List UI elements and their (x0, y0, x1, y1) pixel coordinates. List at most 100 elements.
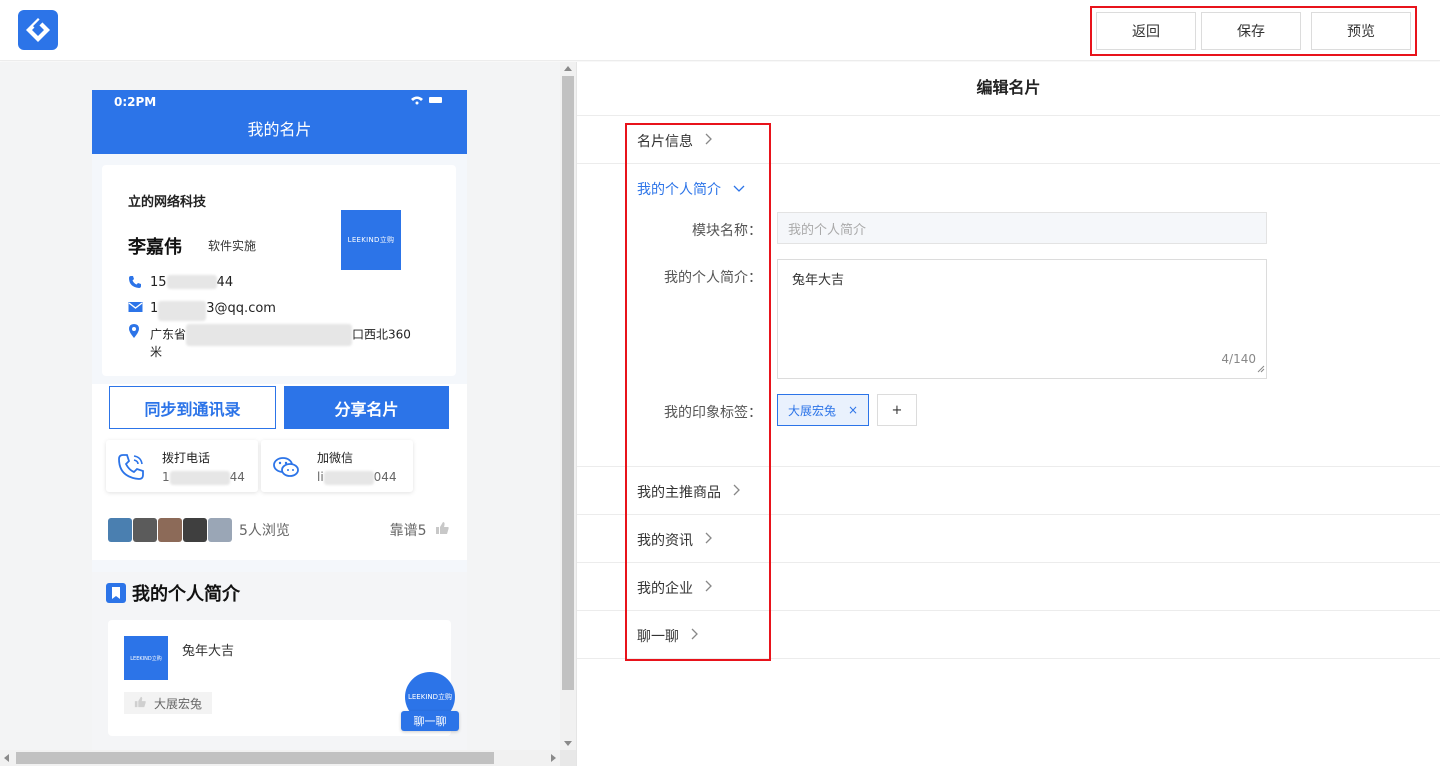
address-row: 广东省 口西北360 米 (128, 324, 411, 359)
company-logo: LEEKIND立购 (341, 210, 401, 270)
section-chat-text: 聊一聊 (637, 629, 679, 645)
wechat-action[interactable]: 加微信 li 044 (261, 440, 413, 492)
preview-button[interactable]: 预览 (1311, 12, 1411, 50)
likes[interactable]: 靠谱5 (390, 520, 449, 540)
section-news[interactable]: 我的资讯 (577, 515, 1440, 563)
intro-logo: LEEKIND立购 (124, 636, 168, 680)
top-bar: 返回 保存 预览 (0, 0, 1440, 61)
call-value-suffix: 44 (229, 470, 245, 484)
phone-suffix: 44 (216, 275, 234, 290)
module-name-label: 模块名称： (692, 223, 762, 239)
avatar (133, 518, 157, 542)
call-value-prefix: 1 (162, 470, 170, 484)
mail-icon (128, 301, 144, 315)
top-actions-group: 返回 保存 预览 (1090, 6, 1417, 56)
phone-prefix: 15 (150, 275, 167, 290)
resize-handle-icon[interactable] (1257, 362, 1265, 377)
status-time: 0:2PM (114, 95, 157, 109)
edit-title: 编辑名片 (577, 62, 1440, 116)
vertical-scrollbar[interactable] (560, 62, 576, 750)
wechat-value-redaction (323, 470, 374, 485)
edit-pane: 编辑名片 名片信息 我的个人简介 模块名称： 我的个人简介 我的个人简介： 兔年… (577, 62, 1440, 766)
intro-textarea[interactable]: 兔年大吉 4/140 (777, 259, 1267, 379)
intro-title-text: 我的个人简介 (132, 584, 240, 605)
intro-char-count: 4/140 (1221, 352, 1256, 366)
scroll-down-icon[interactable] (564, 741, 572, 746)
scroll-left-icon[interactable] (4, 754, 9, 762)
intro-label: 我的个人简介： (664, 270, 762, 286)
phone-header: 0:2PM 我的名片 (92, 90, 467, 154)
wifi-battery-icon (409, 95, 445, 108)
section-card-info-label[interactable]: 名片信息 (637, 131, 713, 151)
section-card-info-text: 名片信息 (637, 134, 693, 150)
scroll-right-icon[interactable] (551, 754, 556, 762)
section-products-label[interactable]: 我的主推商品 (637, 482, 741, 502)
wechat-title: 加微信 (317, 451, 354, 465)
call-value-redaction (169, 470, 230, 485)
card-button-row: 同步到通讯录 分享名片 (92, 384, 467, 440)
intro-heading: 我的个人简介 (106, 580, 240, 606)
intro-content: 兔年大吉 (182, 644, 235, 659)
thumbs-up-icon (435, 522, 449, 539)
address-suffix: 口西北360 (352, 327, 411, 342)
share-card-button[interactable]: 分享名片 (284, 386, 449, 429)
call-title: 拨打电话 (162, 451, 211, 465)
section-chat-label[interactable]: 聊一聊 (637, 626, 699, 646)
chevron-right-icon (705, 133, 713, 149)
section-intro-text: 我的个人简介 (637, 182, 721, 198)
address-line2: 米 (150, 345, 163, 359)
viewers-row: 5人浏览 (108, 518, 290, 542)
chevron-down-icon (733, 181, 745, 197)
horizontal-scrollbar[interactable] (0, 750, 560, 766)
close-icon[interactable]: × (848, 403, 858, 417)
app-logo-icon[interactable] (18, 10, 58, 50)
email-redaction (158, 301, 207, 321)
address-prefix: 广东省 (150, 327, 187, 342)
section-news-label[interactable]: 我的资讯 (637, 530, 713, 550)
contact-actions: 拨打电话 1 44 加微信 li 044 5人浏览 靠谱5 (92, 440, 467, 560)
location-pin-icon (128, 324, 144, 338)
section-enterprise-label[interactable]: 我的企业 (637, 578, 713, 598)
email-row: 1 3@qq.com (128, 301, 276, 321)
avatar (183, 518, 207, 542)
chat-float-button[interactable]: 聊一聊 (401, 711, 459, 731)
section-card-info[interactable]: 名片信息 (577, 116, 1440, 164)
add-tag-button[interactable]: + (877, 394, 917, 426)
section-products[interactable]: 我的主推商品 (577, 467, 1440, 515)
scrollbar-corner (560, 750, 576, 766)
phone-icon (128, 275, 144, 289)
company-name: 立的网络科技 (128, 195, 207, 210)
person-name: 李嘉伟 (128, 237, 182, 258)
phone-redaction (166, 275, 217, 289)
business-card: 立的网络科技 李嘉伟 软件实施 LEEKIND立购 15 44 1 3@qq.c… (102, 165, 456, 376)
call-value: 1 44 (162, 470, 245, 485)
sync-contacts-button[interactable]: 同步到通讯录 (109, 386, 276, 429)
section-chat[interactable]: 聊一聊 (577, 611, 1440, 659)
chevron-right-icon (691, 628, 699, 644)
wechat-value: li 044 (317, 470, 397, 485)
scrollbar-thumb[interactable] (16, 752, 494, 764)
phone-row: 15 44 (128, 275, 233, 290)
call-action[interactable]: 拨打电话 1 44 (106, 440, 258, 492)
back-button[interactable]: 返回 (1096, 12, 1196, 50)
scroll-up-icon[interactable] (564, 66, 572, 71)
email-prefix: 1 (150, 301, 159, 316)
phone-title: 我的名片 (247, 120, 312, 139)
chevron-right-icon (733, 484, 741, 500)
save-button[interactable]: 保存 (1201, 12, 1301, 50)
tags-label: 我的印象标签： (664, 405, 762, 421)
intro-card: LEEKIND立购 兔年大吉 大展宏兔 (108, 620, 451, 736)
scrollbar-thumb[interactable] (562, 76, 574, 690)
likes-count: 靠谱5 (389, 523, 427, 539)
email-suffix: 3@qq.com (206, 301, 276, 316)
intro-tag: 大展宏兔 (124, 692, 213, 714)
module-name-input[interactable]: 我的个人简介 (777, 212, 1267, 244)
avatar (208, 518, 232, 542)
intro-textarea-value: 兔年大吉 (792, 273, 845, 288)
section-products-text: 我的主推商品 (637, 485, 721, 501)
section-enterprise[interactable]: 我的企业 (577, 563, 1440, 611)
wechat-value-suffix: 044 (373, 470, 397, 484)
section-intro-label[interactable]: 我的个人简介 (637, 179, 745, 199)
impression-tag: 大展宏兔 × (777, 394, 870, 426)
section-news-text: 我的资讯 (637, 533, 693, 549)
